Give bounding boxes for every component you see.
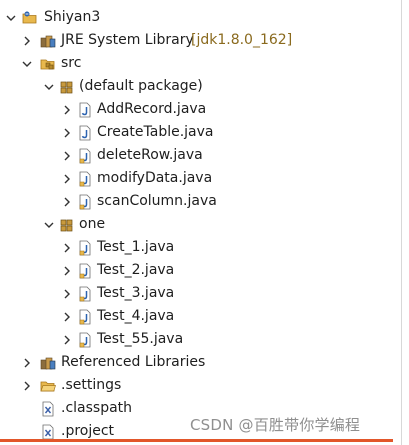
java-file-icon [77, 98, 93, 121]
tree-item-java-file[interactable]: Test_55.java [0, 328, 380, 351]
java-project-icon [22, 6, 38, 29]
accent-bottom-bar [0, 439, 393, 442]
folder-icon [40, 374, 56, 397]
tree-item-label: CreateTable.java [97, 124, 214, 140]
tree-item-label: Test_1.java [97, 239, 175, 255]
tree-item-default-package[interactable]: (default package) [0, 75, 380, 98]
java-file-icon [77, 121, 93, 144]
tree-item-referenced-libraries[interactable]: Referenced Libraries [0, 351, 380, 374]
package-explorer-tree: Shiyan3 JRE System Library [jdk1.8.0_162… [0, 0, 409, 445]
jdk-version-decoration: [jdk1.8.0_162] [191, 32, 293, 48]
java-file-icon [77, 144, 93, 167]
tree-item-java-file[interactable]: Test_2.java [0, 259, 380, 282]
chevron-right-icon[interactable] [20, 374, 34, 397]
java-file-icon [77, 236, 93, 259]
chevron-right-icon[interactable] [20, 351, 34, 374]
chevron-down-icon[interactable] [42, 213, 56, 236]
xml-file-icon [40, 397, 56, 420]
source-folder-icon [40, 52, 56, 75]
tree-item-label: Referenced Libraries [61, 354, 206, 370]
tree-item-label: scanColumn.java [97, 193, 217, 209]
package-icon [59, 75, 75, 98]
chevron-right-icon[interactable] [60, 259, 74, 282]
chevron-right-icon[interactable] [60, 121, 74, 144]
tree-item-shiyan3[interactable]: Shiyan3 [0, 6, 380, 29]
chevron-right-icon[interactable] [60, 236, 74, 259]
chevron-right-icon[interactable] [60, 167, 74, 190]
tree-item-java-file[interactable]: modifyData.java [0, 167, 380, 190]
tree-item-java-file[interactable]: Test_1.java [0, 236, 380, 259]
tree-item-package-one[interactable]: one [0, 213, 380, 236]
tree-item-label: Test_2.java [97, 262, 175, 278]
library-icon [40, 351, 56, 374]
tree-item-label: .classpath [61, 400, 133, 416]
chevron-right-icon[interactable] [60, 98, 74, 121]
tree-item-java-file[interactable]: CreateTable.java [0, 121, 380, 144]
java-file-icon [77, 282, 93, 305]
java-file-icon [77, 305, 93, 328]
tree-item-jre-system-library[interactable]: JRE System Library [jdk1.8.0_162] [0, 29, 380, 52]
tree-item-label: JRE System Library [61, 32, 194, 48]
chevron-right-icon[interactable] [60, 328, 74, 351]
tree-item-label: src [61, 55, 82, 71]
watermark-text: CSDN @百胜带你学编程 [190, 416, 361, 434]
java-file-icon [77, 328, 93, 351]
tree-item-label: (default package) [79, 78, 203, 94]
chevron-down-icon[interactable] [4, 6, 18, 29]
tree-item-label: deleteRow.java [97, 147, 203, 163]
tree-item-src[interactable]: src [0, 52, 380, 75]
tree-item-label: one [79, 216, 106, 232]
java-file-icon [77, 259, 93, 282]
chevron-down-icon[interactable] [42, 75, 56, 98]
tree-item-java-file[interactable]: scanColumn.java [0, 190, 380, 213]
vertical-scrollbar-edge[interactable] [401, 0, 402, 445]
chevron-right-icon[interactable] [60, 190, 74, 213]
tree-item-java-file[interactable]: Test_3.java [0, 282, 380, 305]
tree-item-label: AddRecord.java [97, 101, 207, 117]
chevron-right-icon[interactable] [60, 144, 74, 167]
package-icon [59, 213, 75, 236]
tree-item-label: Test_55.java [97, 331, 184, 347]
tree-item-label: .settings [61, 377, 122, 393]
library-icon [40, 29, 56, 52]
tree-item-label: Test_4.java [97, 308, 175, 324]
tree-item-java-file[interactable]: Test_4.java [0, 305, 380, 328]
tree-item-label: modifyData.java [97, 170, 213, 186]
java-file-icon [77, 190, 93, 213]
java-file-icon [77, 167, 93, 190]
chevron-right-icon[interactable] [60, 282, 74, 305]
chevron-down-icon[interactable] [20, 52, 34, 75]
chevron-right-icon[interactable] [60, 305, 74, 328]
tree-item-label: Shiyan3 [44, 9, 101, 25]
chevron-right-icon[interactable] [20, 29, 34, 52]
tree-item-settings-folder[interactable]: .settings [0, 374, 380, 397]
tree-item-java-file[interactable]: AddRecord.java [0, 98, 380, 121]
tree-item-java-file[interactable]: deleteRow.java [0, 144, 380, 167]
cut-off-row [14, 0, 54, 2]
tree-item-label: Test_3.java [97, 285, 175, 301]
